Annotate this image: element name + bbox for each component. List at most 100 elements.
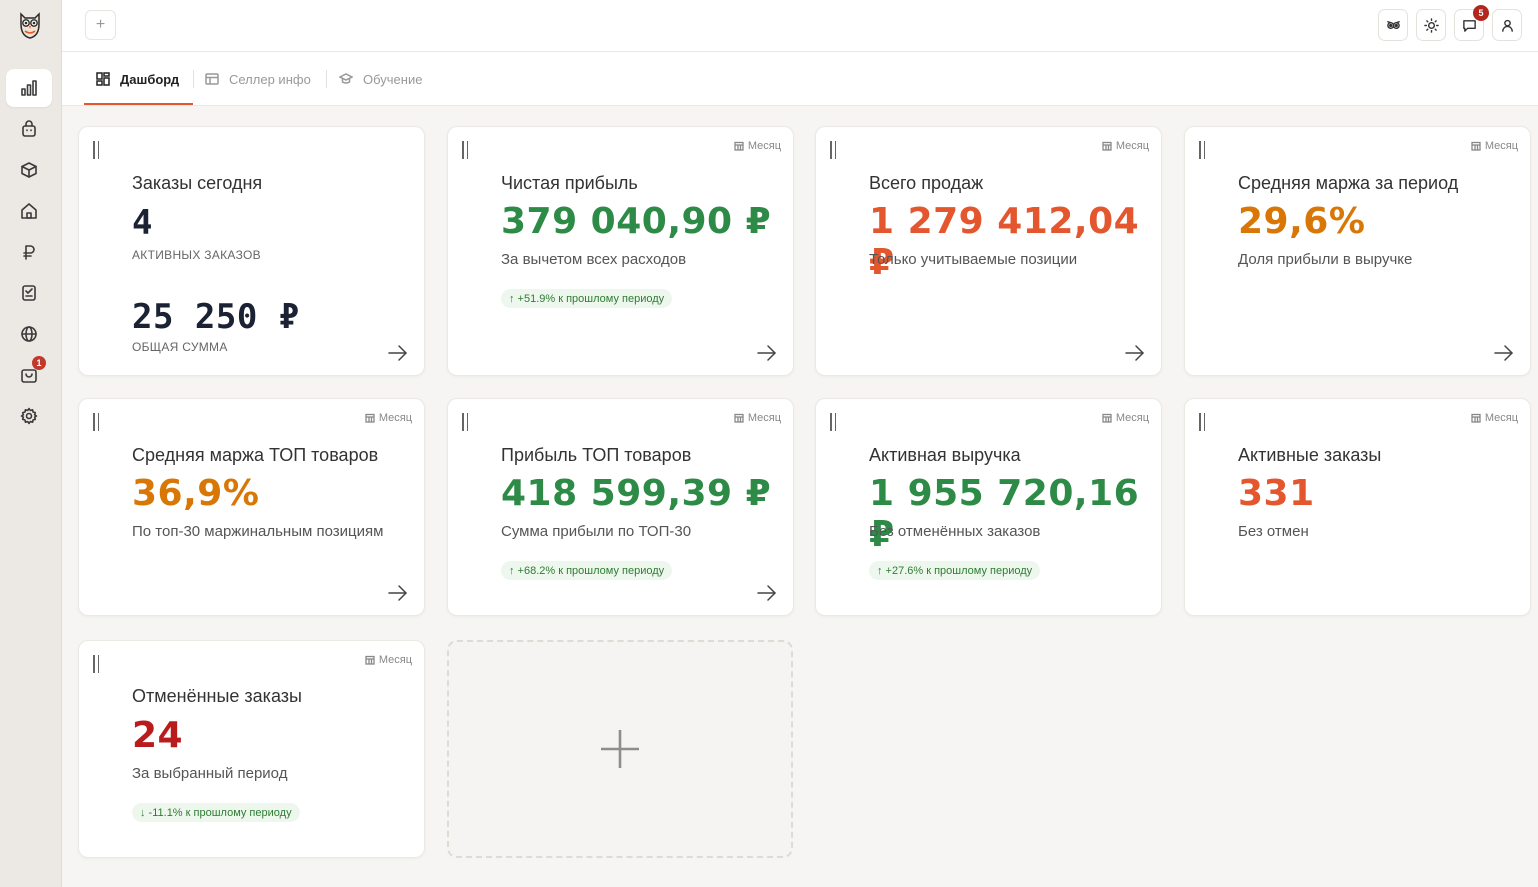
top-bar: + 5 — [62, 0, 1538, 52]
card-total-sales: Месяц Всего продаж 1 279 412,04 ₽ Только… — [815, 126, 1162, 376]
card-subtitle: Сумма прибыли по ТОП-30 — [501, 523, 692, 540]
calendar-icon — [734, 413, 744, 423]
drag-handle-icon[interactable] — [830, 141, 840, 159]
checklist-icon — [22, 285, 36, 301]
card-subtitle: Доля прибыли в выручке — [1238, 251, 1413, 268]
drag-handle-icon[interactable] — [1199, 413, 1209, 431]
arrow-right-icon[interactable] — [388, 345, 408, 361]
card-title: Отменённые заказы — [132, 686, 302, 706]
arrow-right-icon[interactable] — [1125, 345, 1145, 361]
sidebar-item-warehouse[interactable] — [6, 192, 52, 230]
card-subtitle: По топ-30 маржинальным позициям — [132, 523, 384, 540]
profile-button[interactable] — [1492, 9, 1522, 41]
card-net-profit: Месяц Чистая прибыль 379 040,90 ₽ За выч… — [447, 126, 794, 376]
period-label: Месяц — [378, 412, 412, 424]
card-title: Средняя маржа ТОП товаров — [132, 445, 379, 465]
card-top-margin: Месяц Средняя маржа ТОП товаров 36,9% По… — [78, 398, 425, 616]
calendar-icon — [734, 141, 744, 151]
tab-label: Обучение — [363, 71, 423, 87]
add-widget-button[interactable] — [447, 640, 793, 858]
arrow-right-icon[interactable] — [757, 585, 777, 601]
chat-icon — [1462, 19, 1476, 32]
period-selector[interactable]: Месяц — [1102, 140, 1149, 152]
sidebar: 1 — [0, 0, 62, 887]
drag-handle-icon[interactable] — [93, 655, 103, 673]
calendar-icon — [365, 655, 375, 665]
owl-logo-icon[interactable] — [16, 10, 44, 40]
period-label: Месяц — [1115, 140, 1149, 152]
period-selector[interactable]: Месяц — [1102, 412, 1149, 424]
graduation-cap-icon — [339, 73, 353, 84]
card-title: Средняя маржа за период — [1238, 173, 1459, 193]
owl-mode-button[interactable] — [1378, 9, 1408, 41]
active-tab-indicator — [84, 103, 193, 105]
messages-badge: 5 — [1473, 5, 1489, 21]
tab-learning[interactable]: Обучение — [339, 52, 422, 106]
arrow-right-icon[interactable] — [757, 345, 777, 361]
tab-divider — [326, 70, 327, 88]
sidebar-item-web[interactable] — [6, 315, 52, 353]
owl-eyes-icon — [1386, 20, 1400, 29]
drag-handle-icon[interactable] — [462, 141, 472, 159]
card-title: Активные заказы — [1238, 445, 1382, 465]
tab-label: Селлер инфо — [229, 71, 311, 87]
arrow-right-icon[interactable] — [1494, 345, 1514, 361]
card-subtitle: За вычетом всех расходов — [501, 251, 687, 268]
period-selector[interactable]: Месяц — [1471, 140, 1518, 152]
sidebar-item-settings[interactable] — [6, 397, 52, 435]
period-label: Месяц — [378, 654, 412, 666]
add-tab-button[interactable]: + — [85, 10, 116, 40]
tab-bar: Дашборд Селлер инфо Обучение — [62, 52, 1538, 106]
drag-handle-icon[interactable] — [93, 413, 103, 431]
sidebar-item-finance[interactable] — [6, 233, 52, 271]
orders-count-label: АКТИВНЫХ ЗАКАЗОВ — [132, 248, 261, 262]
table-icon — [205, 73, 219, 85]
sidebar-item-reports[interactable] — [6, 274, 52, 312]
sidebar-item-products[interactable] — [6, 151, 52, 189]
drag-handle-icon[interactable] — [830, 413, 840, 431]
bar-chart-icon — [21, 80, 37, 96]
dashboard-grid-icon — [96, 72, 110, 86]
period-selector[interactable]: Месяц — [734, 412, 781, 424]
period-selector[interactable]: Месяц — [1471, 412, 1518, 424]
card-value: 379 040,90 ₽ — [501, 201, 772, 242]
globe-icon — [21, 326, 37, 342]
calendar-icon — [1102, 413, 1112, 423]
calendar-icon — [1102, 141, 1112, 151]
sidebar-item-store[interactable]: 1 — [6, 356, 52, 394]
drag-handle-icon[interactable] — [93, 141, 103, 159]
delta-badge: ↑ +51.9% к прошлому периоду — [501, 289, 673, 308]
card-value: 1 279 412,04 ₽ — [869, 201, 1140, 283]
period-selector[interactable]: Месяц — [734, 140, 781, 152]
card-value: 36,9% — [132, 473, 260, 514]
orders-sum-label: ОБЩАЯ СУММА — [132, 340, 228, 354]
card-title: Активная выручка — [869, 445, 1021, 465]
messages-button[interactable]: 5 — [1454, 5, 1489, 41]
sun-icon — [1423, 17, 1439, 33]
card-title: Прибыль ТОП товаров — [501, 445, 692, 465]
period-selector[interactable]: Месяц — [365, 412, 412, 424]
tab-dashboard[interactable]: Дашборд — [96, 52, 179, 106]
arrow-right-icon[interactable] — [388, 585, 408, 601]
drag-handle-icon[interactable] — [1199, 141, 1209, 159]
card-title: Чистая прибыль — [501, 173, 638, 193]
drag-handle-icon[interactable] — [462, 413, 472, 431]
tab-seller-info[interactable]: Селлер инфо — [205, 52, 311, 106]
period-selector[interactable]: Месяц — [365, 654, 412, 666]
card-avg-margin: Месяц Средняя маржа за период 29,6% Доля… — [1184, 126, 1531, 376]
user-icon — [1501, 19, 1513, 32]
orders-count: 4 — [132, 203, 153, 243]
theme-toggle-button[interactable] — [1416, 9, 1446, 41]
card-value: 29,6% — [1238, 201, 1366, 242]
sidebar-item-bag[interactable] — [6, 110, 52, 148]
card-value: 418 599,39 ₽ — [501, 473, 772, 514]
delta-badge: ↓ -11.1% к прошлому периоду — [132, 803, 300, 822]
card-value: 24 — [132, 715, 184, 756]
calendar-icon — [1471, 141, 1481, 151]
period-label: Месяц — [1115, 412, 1149, 424]
card-value: 1 955 720,16 ₽ — [869, 473, 1140, 555]
card-subtitle: За выбранный период — [132, 765, 288, 782]
sidebar-item-dashboard[interactable] — [6, 69, 52, 107]
card-title: Заказы сегодня — [132, 173, 263, 193]
box-icon — [21, 162, 37, 178]
